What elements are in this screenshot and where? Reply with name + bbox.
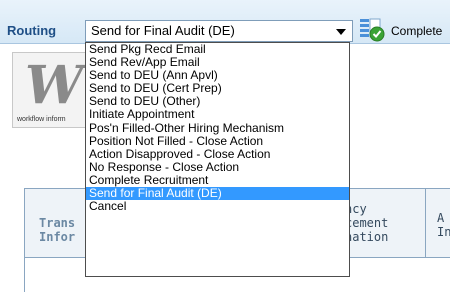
- complete-button-label[interactable]: Complete: [391, 24, 442, 38]
- dropdown-option[interactable]: Position Not Filled - Close Action: [86, 135, 349, 148]
- dropdown-option[interactable]: Send to DEU (Cert Prep): [86, 82, 349, 95]
- logo-letter: W: [25, 55, 83, 116]
- routing-select[interactable]: Send for Final Audit (DE): [85, 20, 353, 42]
- dropdown-option[interactable]: Pos'n Filled-Other Hiring Mechanism: [86, 122, 349, 135]
- dropdown-option[interactable]: Send Pkg Recd Email: [86, 43, 349, 56]
- grid-header-action-label: A In: [437, 211, 450, 239]
- dropdown-option[interactable]: Complete Recruitment: [86, 174, 349, 187]
- dropdown-option-selected[interactable]: Send for Final Audit (DE): [86, 187, 349, 201]
- grid-header-vacancy-label: ncy cement nation: [345, 202, 389, 244]
- dropdown-option[interactable]: Send to DEU (Ann Apvl): [86, 69, 349, 82]
- dropdown-option[interactable]: No Response - Close Action: [86, 161, 349, 174]
- routing-label: Routing: [7, 23, 57, 38]
- checkmark-document-icon[interactable]: [359, 18, 385, 42]
- grid-header-transaction-label: Trans Infor: [39, 216, 76, 244]
- workflow-logo: W workflow inform: [12, 52, 92, 128]
- routing-toolbar: Routing Send for Final Audit (DE) Comple…: [0, 0, 450, 44]
- dropdown-option[interactable]: Initiate Appointment: [86, 108, 349, 121]
- dropdown-option[interactable]: Cancel: [86, 200, 349, 213]
- logo-tagline: workflow inform: [17, 116, 66, 123]
- dropdown-option[interactable]: Send to DEU (Other): [86, 95, 349, 108]
- grid-column-divider: [425, 189, 426, 257]
- dropdown-option[interactable]: Send Rev/App Email: [86, 56, 349, 69]
- dropdown-option[interactable]: Action Disapproved - Close Action: [86, 148, 349, 161]
- chevron-down-icon[interactable]: [336, 29, 346, 35]
- routing-dropdown-list[interactable]: Send Pkg Recd Email Send Rev/App Email S…: [85, 42, 350, 277]
- routing-select-value: Send for Final Audit (DE): [91, 23, 235, 38]
